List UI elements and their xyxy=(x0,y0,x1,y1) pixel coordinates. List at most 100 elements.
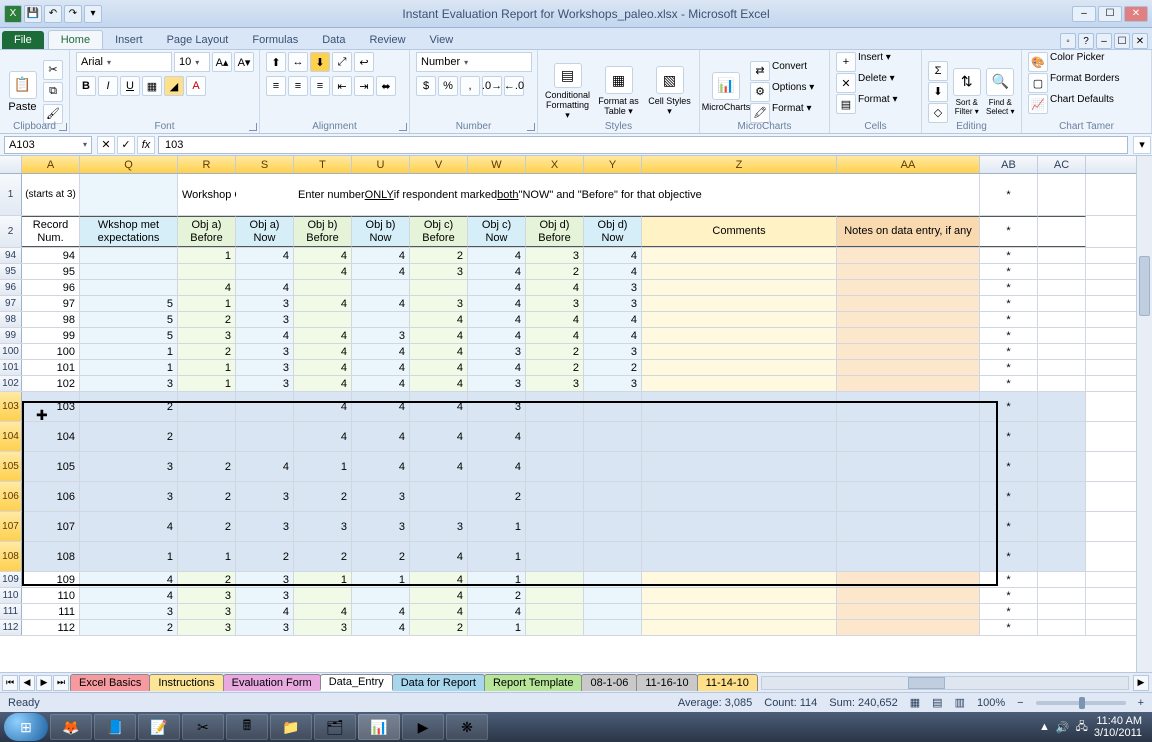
cell[interactable] xyxy=(642,360,837,375)
cell[interactable] xyxy=(352,588,410,603)
cell[interactable]: 4 xyxy=(410,604,468,619)
cell[interactable]: 3 xyxy=(584,376,642,391)
sheet-tab[interactable]: Data_Entry xyxy=(320,674,393,691)
cell[interactable]: 4 xyxy=(410,542,468,571)
cell[interactable] xyxy=(526,512,584,541)
cell[interactable]: 4 xyxy=(468,248,526,263)
cell[interactable] xyxy=(236,422,294,451)
undo-button[interactable]: ↶ xyxy=(44,5,62,23)
tray-icon[interactable]: 🖧 xyxy=(1076,718,1088,737)
qat-customize[interactable]: ▾ xyxy=(84,5,102,23)
cell[interactable]: 3 xyxy=(468,376,526,391)
taskbar-excel[interactable]: 📊 xyxy=(358,714,400,740)
cell[interactable] xyxy=(1038,264,1086,279)
row-header[interactable]: 109 xyxy=(0,572,22,587)
zoom-slider[interactable] xyxy=(1036,701,1126,705)
cell[interactable]: 4 xyxy=(80,572,178,587)
cell[interactable]: 1 xyxy=(80,542,178,571)
cell[interactable]: 4 xyxy=(294,264,352,279)
col-header[interactable]: A xyxy=(22,156,80,173)
row-header[interactable]: 106 xyxy=(0,482,22,511)
tab-nav-prev[interactable]: ◀ xyxy=(19,675,35,691)
cell[interactable] xyxy=(526,482,584,511)
scroll-thumb[interactable] xyxy=(1139,256,1150,316)
bold-button[interactable]: B xyxy=(76,76,96,96)
cell[interactable]: 4 xyxy=(468,360,526,375)
cell[interactable]: 2 xyxy=(178,572,236,587)
currency-button[interactable]: $ xyxy=(416,76,436,96)
cell[interactable] xyxy=(294,280,352,295)
cell[interactable]: 1 xyxy=(80,360,178,375)
cell[interactable]: 2 xyxy=(80,620,178,635)
cell[interactable]: 3 xyxy=(410,264,468,279)
row-header[interactable]: 108 xyxy=(0,542,22,571)
cell[interactable]: 4 xyxy=(410,452,468,481)
cell[interactable]: 4 xyxy=(410,392,468,421)
column-header-cell[interactable]: Notes on data entry, if any xyxy=(837,216,980,247)
cell[interactable]: 1 xyxy=(178,296,236,311)
cell[interactable]: 107 xyxy=(22,512,80,541)
column-headers[interactable]: A Q R S T U V W X Y Z AA AB AC xyxy=(0,156,1136,174)
cell[interactable]: 4 xyxy=(294,376,352,391)
cell[interactable] xyxy=(352,312,410,327)
cell[interactable] xyxy=(236,264,294,279)
cell[interactable]: * xyxy=(980,422,1038,451)
minimize-button[interactable]: – xyxy=(1072,6,1096,22)
help-icon[interactable]: ? xyxy=(1078,33,1094,49)
cell[interactable] xyxy=(642,296,837,311)
cell[interactable] xyxy=(294,588,352,603)
cell[interactable]: 4 xyxy=(410,312,468,327)
cell[interactable]: 4 xyxy=(294,344,352,359)
cell[interactable]: 1 xyxy=(178,248,236,263)
cell[interactable]: 3 xyxy=(178,620,236,635)
cell[interactable] xyxy=(837,588,980,603)
cell[interactable] xyxy=(526,572,584,587)
cell[interactable]: 3 xyxy=(468,392,526,421)
font-size-select[interactable]: 10▾ xyxy=(174,52,210,72)
row-header[interactable]: 107 xyxy=(0,512,22,541)
taskbar-flash[interactable]: ▶ xyxy=(402,714,444,740)
cell[interactable] xyxy=(584,422,642,451)
cell[interactable]: 4 xyxy=(584,248,642,263)
cell[interactable]: * xyxy=(980,572,1038,587)
expand-formula-button[interactable]: ▾ xyxy=(1133,136,1151,154)
cell[interactable]: 4 xyxy=(468,296,526,311)
cell[interactable]: 4 xyxy=(526,280,584,295)
col-header[interactable]: U xyxy=(352,156,410,173)
cell[interactable] xyxy=(1038,280,1086,295)
col-header[interactable]: AB xyxy=(980,156,1038,173)
cell[interactable]: 110 xyxy=(22,588,80,603)
sheet-tab[interactable]: 11-14-10 xyxy=(697,674,758,691)
cell[interactable] xyxy=(294,312,352,327)
row-header[interactable]: 101 xyxy=(0,360,22,375)
cell[interactable]: 3 xyxy=(236,344,294,359)
row-header[interactable]: 97 xyxy=(0,296,22,311)
cell[interactable]: 3 xyxy=(410,296,468,311)
cell[interactable]: 4 xyxy=(410,376,468,391)
cell[interactable]: 1 xyxy=(294,572,352,587)
tab-review[interactable]: Review xyxy=(357,31,417,49)
find-select-button[interactable]: 🔍Find & Select ▾ xyxy=(986,63,1016,121)
redo-button[interactable]: ↷ xyxy=(64,5,82,23)
cell[interactable]: 2 xyxy=(178,482,236,511)
cell[interactable]: * xyxy=(980,376,1038,391)
cell[interactable]: 4 xyxy=(410,572,468,587)
cell[interactable] xyxy=(1038,174,1086,215)
cell[interactable]: 4 xyxy=(468,312,526,327)
micro-options-button[interactable]: ⚙Options ▾ xyxy=(750,82,814,102)
cell[interactable]: 3 xyxy=(236,376,294,391)
cell[interactable] xyxy=(837,572,980,587)
cell[interactable] xyxy=(178,264,236,279)
cell[interactable]: 95 xyxy=(22,264,80,279)
cell[interactable]: 4 xyxy=(352,344,410,359)
cell[interactable] xyxy=(80,174,178,215)
view-layout-icon[interactable]: ▤ xyxy=(932,696,942,709)
row-header[interactable]: 2 xyxy=(0,216,22,247)
worksheet-grid[interactable]: A Q R S T U V W X Y Z AA AB AC 1 (starts… xyxy=(0,156,1152,672)
align-center-button[interactable]: ≡ xyxy=(288,76,308,96)
cell[interactable] xyxy=(80,248,178,263)
cell[interactable]: 97 xyxy=(22,296,80,311)
cell[interactable] xyxy=(1038,620,1086,635)
sheet-tab[interactable]: Report Template xyxy=(484,674,583,691)
cell[interactable]: 4 xyxy=(410,422,468,451)
